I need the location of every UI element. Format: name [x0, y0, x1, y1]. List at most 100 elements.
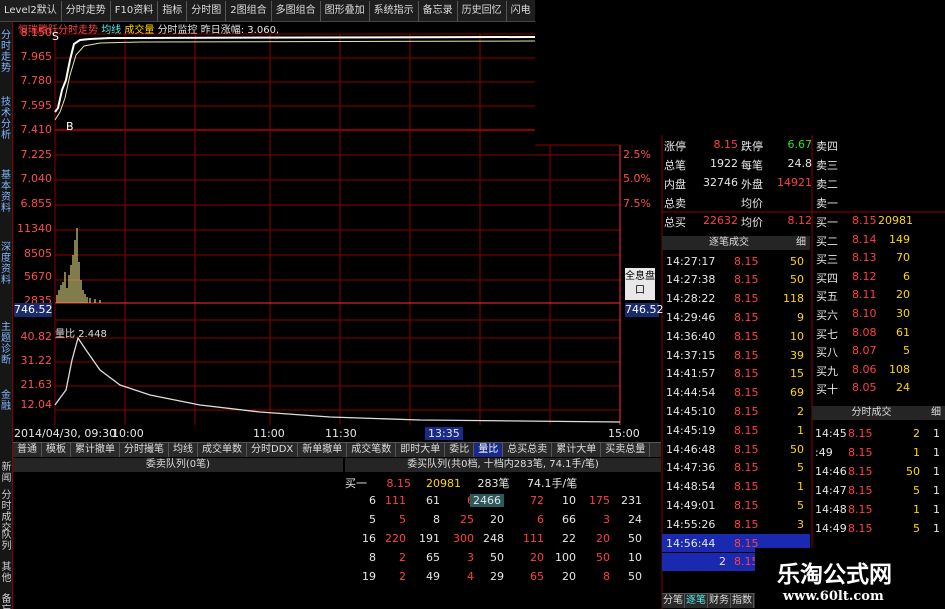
queue-cell: 20 [530, 551, 544, 564]
indicator-tab[interactable]: 买卖总量 [601, 443, 651, 457]
trade-row[interactable]: 14:37:15 8.15 39 [662, 346, 810, 364]
minute-trades-header: 分时成交 细 [812, 406, 945, 420]
bid-level: 买九 [816, 364, 838, 378]
minute-trade-row[interactable]: 14:47 8.15 5 1 [812, 481, 945, 499]
trade-time: 14:28:22 [666, 292, 716, 306]
trade-row[interactable]: 14:36:40 8.15 10 [662, 327, 810, 345]
queue-cell: 24 [628, 513, 642, 526]
footer-tab[interactable]: 分笔 [662, 594, 685, 608]
footer-tab[interactable]: 逐笔 [685, 594, 708, 608]
minute-trade-row[interactable]: 14:46 8.15 50 1 [812, 462, 945, 480]
stat-value: 14921 [777, 176, 812, 189]
trade-row[interactable]: 14:28:22 8.15 118 [662, 290, 810, 308]
indicator-tab[interactable]: 普通 [13, 443, 42, 457]
stat-value: 22632 [703, 214, 738, 227]
queue-cell: 231 [621, 494, 642, 507]
trade-row[interactable]: 14:46:48 8.15 50 [662, 440, 810, 458]
queue-cell: 6 [369, 494, 376, 507]
bid-level: 买五 [816, 290, 838, 304]
bid-price: 8.05 [852, 381, 877, 395]
bid-price: 8.15 [852, 214, 877, 227]
queue-cell: 20 [562, 570, 576, 583]
trade-row[interactable]: 14:45:19 8.15 1 [662, 421, 810, 439]
indicator-tab[interactable]: 委比 [445, 443, 475, 457]
minute-trade-row[interactable]: 14:49 8.15 5 1 [812, 519, 945, 537]
bid-volume: 20 [896, 288, 910, 302]
indicator-tab[interactable]: 成交笔数 [347, 443, 397, 457]
volume-ratio-line [54, 336, 621, 423]
indicator-tab[interactable]: 量比 [474, 443, 504, 457]
avg-price-line [54, 40, 536, 121]
minute-trade-row[interactable]: :49 8.15 1 1 [812, 443, 945, 461]
footer-tab[interactable]: 指数 [731, 594, 754, 608]
footer-tabs: 分笔逐笔财务指数新闻 [662, 593, 757, 608]
trade-time: 2 [719, 555, 726, 569]
indicator-tab[interactable]: 分时DDX [247, 443, 299, 457]
indicator-tab[interactable]: 模板 [42, 443, 71, 457]
minute-trade-row[interactable]: 14:45 8.15 2 1 [812, 424, 945, 442]
minute-trade-time: 14:45 [815, 426, 847, 440]
trade-price: 8.15 [734, 404, 759, 418]
queue-cell: 191 [419, 532, 440, 545]
trade-row[interactable]: 14:48:54 8.15 1 [662, 478, 810, 496]
queue-level: 买一 [345, 477, 367, 490]
full-quote-button[interactable]: 全息盘口 [625, 268, 655, 300]
minute-trade-price: 8.15 [848, 483, 873, 497]
footer-tab[interactable]: 财务 [708, 594, 731, 608]
indicator-tab[interactable]: 总买总卖 [503, 443, 553, 457]
stat-label: 总买 [664, 216, 686, 229]
indicator-tab[interactable]: 新单撤单 [298, 443, 348, 457]
trade-row[interactable]: 14:27:38 8.15 50 [662, 271, 810, 289]
bid-price: 8.08 [852, 325, 877, 339]
trade-time: 14:55:26 [666, 517, 716, 531]
trade-row[interactable]: 14:29:46 8.15 9 [662, 308, 810, 326]
bid-level: 买十 [816, 383, 838, 397]
trade-price: 8.15 [734, 254, 759, 268]
indicator-tab[interactable]: 累计撤单 [71, 443, 120, 457]
ask-level: 卖四 [816, 140, 838, 153]
indicator-tab[interactable]: 即时大单 [396, 443, 446, 457]
indicator-tab[interactable]: 成交单数 [198, 443, 247, 457]
price-tick: 7.595 [20, 99, 53, 112]
trade-row[interactable]: 14:55:26 8.15 3 [662, 515, 810, 533]
trade-price: 8.15 [734, 498, 759, 512]
trade-row[interactable]: 14:44:54 8.15 69 [662, 384, 810, 402]
trade-row[interactable]: 14:27:17 8.15 50 [662, 252, 810, 270]
trade-volume: 3 [797, 517, 804, 531]
trade-row[interactable]: 14:45:10 8.15 2 [662, 402, 810, 420]
trade-time: 14:41:57 [666, 367, 716, 381]
minute-trade-row[interactable]: 14:48 8.15 1 1 [812, 500, 945, 518]
indicator-tab[interactable]: 分时撮笔 [120, 443, 169, 457]
bid-price: 8.06 [852, 362, 877, 376]
bid-level: 买六 [816, 309, 838, 322]
watermark-url: www.60lt.com [783, 589, 884, 604]
price-tick: 7.040 [20, 172, 53, 185]
bid-level: 买二 [816, 234, 838, 248]
trades-header-label: 逐笔成交 [709, 237, 749, 248]
trade-volume: 15 [790, 367, 804, 381]
trade-row[interactable]: 14:47:36 8.15 5 [662, 459, 810, 477]
indicator-tab[interactable]: 累计大单 [552, 443, 602, 457]
price-tick: 7.410 [20, 123, 53, 136]
stat-value: 8.15 [713, 138, 739, 151]
queue-cell: 20 [490, 513, 504, 526]
ask-level: 卖三 [816, 159, 838, 172]
queue-cell: 20 [596, 532, 610, 545]
queue-cell: 2 [399, 570, 406, 583]
trade-row[interactable]: 14:41:57 8.15 15 [662, 365, 810, 383]
bid-volume: 20981 [878, 214, 913, 227]
watermark-title: 乐淘公式网 [777, 561, 892, 588]
minute-trade-price: 8.15 [848, 464, 873, 478]
bid-price: 8.10 [852, 307, 877, 320]
bid-volume: 6 [903, 269, 910, 283]
trades-detail-button[interactable]: 细 [796, 236, 810, 250]
queue-cell: 50 [596, 551, 610, 564]
trade-volume: 118 [783, 292, 804, 306]
queue-cell: 66 [562, 513, 576, 526]
queue-cell: 100 [555, 551, 576, 564]
trade-row[interactable]: 14:49:01 8.15 5 [662, 496, 810, 514]
percent-tick: 7.5% [623, 197, 651, 210]
bid-volume: 30 [896, 307, 910, 320]
minute-trades-detail-button[interactable]: 细 [931, 406, 945, 420]
indicator-tab[interactable]: 均线 [169, 443, 198, 457]
